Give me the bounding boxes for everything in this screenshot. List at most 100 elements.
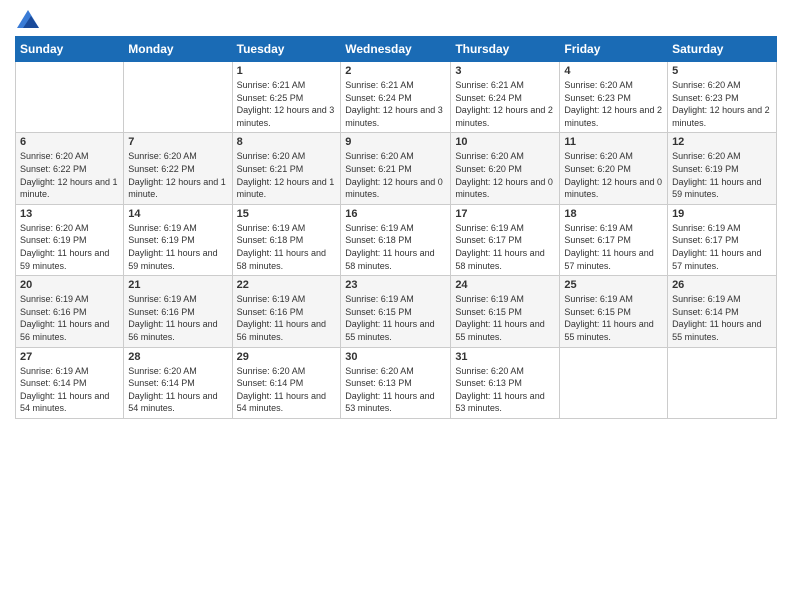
calendar-week-3: 13Sunrise: 6:20 AMSunset: 6:19 PMDayligh… (16, 204, 777, 275)
calendar-cell: 15 Sunrise: 6:19 AMSunset: 6:18 PMDayligh… (232, 204, 341, 275)
weekday-header-wednesday: Wednesday (341, 37, 451, 62)
day-number: 12 (672, 136, 772, 148)
calendar-cell: 6 Sunrise: 6:20 AMSunset: 6:22 PMDaylight… (16, 133, 124, 204)
day-info: Sunrise: 6:19 AMSunset: 6:16 PMDaylight:… (20, 293, 119, 343)
calendar-cell: 28Sunrise: 6:20 AMSunset: 6:14 PMDayligh… (124, 347, 232, 418)
weekday-header-tuesday: Tuesday (232, 37, 341, 62)
day-number: 11 (564, 136, 663, 148)
calendar-week-5: 27Sunrise: 6:19 AMSunset: 6:14 PMDayligh… (16, 347, 777, 418)
calendar-cell: 27Sunrise: 6:19 AMSunset: 6:14 PMDayligh… (16, 347, 124, 418)
day-info: Sunrise: 6:20 AMSunset: 6:14 PMDaylight:… (237, 365, 337, 415)
day-info: Sunrise: 6:21 AMSunset: 6:24 PMDaylight:… (455, 79, 555, 129)
day-info: Sunrise: 6:20 AMSunset: 6:23 PMDaylight:… (672, 79, 772, 129)
day-info: Sunrise: 6:20 AMSunset: 6:22 PMDaylight:… (128, 150, 227, 200)
day-info: Sunrise: 6:19 AMSunset: 6:15 PMDaylight:… (564, 293, 663, 343)
calendar-cell: 8 Sunrise: 6:20 AMSunset: 6:21 PMDaylight… (232, 133, 341, 204)
day-number: 2 (345, 65, 446, 77)
calendar-week-2: 6 Sunrise: 6:20 AMSunset: 6:22 PMDaylight… (16, 133, 777, 204)
day-info: Sunrise: 6:20 AMSunset: 6:14 PMDaylight:… (128, 365, 227, 415)
weekday-header-thursday: Thursday (451, 37, 560, 62)
calendar-cell: 2Sunrise: 6:21 AMSunset: 6:24 PMDaylight… (341, 62, 451, 133)
day-number: 21 (128, 279, 227, 291)
day-number: 17 (455, 208, 555, 220)
day-number: 15 (237, 208, 337, 220)
day-number: 3 (455, 65, 555, 77)
day-number: 22 (237, 279, 337, 291)
day-number: 6 (20, 136, 119, 148)
calendar-week-4: 20 Sunrise: 6:19 AMSunset: 6:16 PMDayligh… (16, 276, 777, 347)
day-number: 1 (237, 65, 337, 77)
day-number: 16 (345, 208, 446, 220)
day-info: Sunrise: 6:20 AMSunset: 6:21 PMDaylight:… (345, 150, 446, 200)
day-info: Sunrise: 6:19 AMSunset: 6:16 PMDaylight:… (237, 293, 337, 343)
day-number: 5 (672, 65, 772, 77)
calendar-cell: 18 Sunrise: 6:19 AMSunset: 6:17 PMDayligh… (560, 204, 668, 275)
day-info: Sunrise: 6:19 AMSunset: 6:17 PMDaylight:… (564, 222, 663, 272)
day-info: Sunrise: 6:19 AMSunset: 6:15 PMDaylight:… (345, 293, 446, 343)
calendar-cell: 5 Sunrise: 6:20 AMSunset: 6:23 PMDaylight… (668, 62, 777, 133)
calendar-cell: 1 Sunrise: 6:21 AMSunset: 6:25 PMDaylight… (232, 62, 341, 133)
day-info: Sunrise: 6:19 AMSunset: 6:15 PMDaylight:… (455, 293, 555, 343)
calendar-cell: 14 Sunrise: 6:19 AMSunset: 6:19 PMDayligh… (124, 204, 232, 275)
calendar-cell (16, 62, 124, 133)
calendar-cell (560, 347, 668, 418)
weekday-header-sunday: Sunday (16, 37, 124, 62)
calendar-cell (668, 347, 777, 418)
day-info: Sunrise: 6:20 AMSunset: 6:22 PMDaylight:… (20, 150, 119, 200)
day-number: 18 (564, 208, 663, 220)
day-number: 8 (237, 136, 337, 148)
calendar-cell: 25Sunrise: 6:19 AMSunset: 6:15 PMDayligh… (560, 276, 668, 347)
calendar-cell: 22 Sunrise: 6:19 AMSunset: 6:16 PMDayligh… (232, 276, 341, 347)
day-number: 24 (455, 279, 555, 291)
day-info: Sunrise: 6:19 AMSunset: 6:18 PMDaylight:… (345, 222, 446, 272)
calendar-cell: 26 Sunrise: 6:19 AMSunset: 6:14 PMDayligh… (668, 276, 777, 347)
calendar-cell: 23 Sunrise: 6:19 AMSunset: 6:15 PMDayligh… (341, 276, 451, 347)
calendar-cell: 10 Sunrise: 6:20 AMSunset: 6:20 PMDayligh… (451, 133, 560, 204)
day-number: 4 (564, 65, 663, 77)
calendar-cell: 13Sunrise: 6:20 AMSunset: 6:19 PMDayligh… (16, 204, 124, 275)
day-number: 19 (672, 208, 772, 220)
calendar-table: SundayMondayTuesdayWednesdayThursdayFrid… (15, 36, 777, 419)
calendar-cell: 4Sunrise: 6:20 AMSunset: 6:23 PMDaylight… (560, 62, 668, 133)
header (15, 10, 777, 28)
day-info: Sunrise: 6:20 AMSunset: 6:21 PMDaylight:… (237, 150, 337, 200)
calendar-cell (124, 62, 232, 133)
day-number: 20 (20, 279, 119, 291)
day-info: Sunrise: 6:19 AMSunset: 6:14 PMDaylight:… (672, 293, 772, 343)
logo-icon (17, 10, 39, 28)
day-number: 31 (455, 351, 555, 363)
day-info: Sunrise: 6:19 AMSunset: 6:17 PMDaylight:… (455, 222, 555, 272)
calendar-cell: 29 Sunrise: 6:20 AMSunset: 6:14 PMDayligh… (232, 347, 341, 418)
calendar-cell: 7Sunrise: 6:20 AMSunset: 6:22 PMDaylight… (124, 133, 232, 204)
day-info: Sunrise: 6:19 AMSunset: 6:18 PMDaylight:… (237, 222, 337, 272)
calendar-cell: 11 Sunrise: 6:20 AMSunset: 6:20 PMDayligh… (560, 133, 668, 204)
day-number: 26 (672, 279, 772, 291)
calendar-cell: 24 Sunrise: 6:19 AMSunset: 6:15 PMDayligh… (451, 276, 560, 347)
logo (15, 10, 39, 28)
day-number: 30 (345, 351, 446, 363)
day-number: 29 (237, 351, 337, 363)
calendar-cell: 20 Sunrise: 6:19 AMSunset: 6:16 PMDayligh… (16, 276, 124, 347)
day-info: Sunrise: 6:20 AMSunset: 6:20 PMDaylight:… (455, 150, 555, 200)
calendar-cell: 19Sunrise: 6:19 AMSunset: 6:17 PMDayligh… (668, 204, 777, 275)
day-info: Sunrise: 6:19 AMSunset: 6:19 PMDaylight:… (128, 222, 227, 272)
weekday-header-friday: Friday (560, 37, 668, 62)
calendar-cell: 3 Sunrise: 6:21 AMSunset: 6:24 PMDaylight… (451, 62, 560, 133)
page: SundayMondayTuesdayWednesdayThursdayFrid… (0, 0, 792, 612)
calendar-cell: 16 Sunrise: 6:19 AMSunset: 6:18 PMDayligh… (341, 204, 451, 275)
weekday-header-saturday: Saturday (668, 37, 777, 62)
weekday-header-row: SundayMondayTuesdayWednesdayThursdayFrid… (16, 37, 777, 62)
day-info: Sunrise: 6:21 AMSunset: 6:25 PMDaylight:… (237, 79, 337, 129)
day-number: 14 (128, 208, 227, 220)
weekday-header-monday: Monday (124, 37, 232, 62)
day-number: 9 (345, 136, 446, 148)
day-info: Sunrise: 6:20 AMSunset: 6:19 PMDaylight:… (672, 150, 772, 200)
calendar-cell: 21Sunrise: 6:19 AMSunset: 6:16 PMDayligh… (124, 276, 232, 347)
calendar-cell: 17 Sunrise: 6:19 AMSunset: 6:17 PMDayligh… (451, 204, 560, 275)
day-number: 27 (20, 351, 119, 363)
day-number: 10 (455, 136, 555, 148)
day-number: 23 (345, 279, 446, 291)
day-info: Sunrise: 6:20 AMSunset: 6:20 PMDaylight:… (564, 150, 663, 200)
calendar-cell: 9 Sunrise: 6:20 AMSunset: 6:21 PMDaylight… (341, 133, 451, 204)
day-number: 13 (20, 208, 119, 220)
